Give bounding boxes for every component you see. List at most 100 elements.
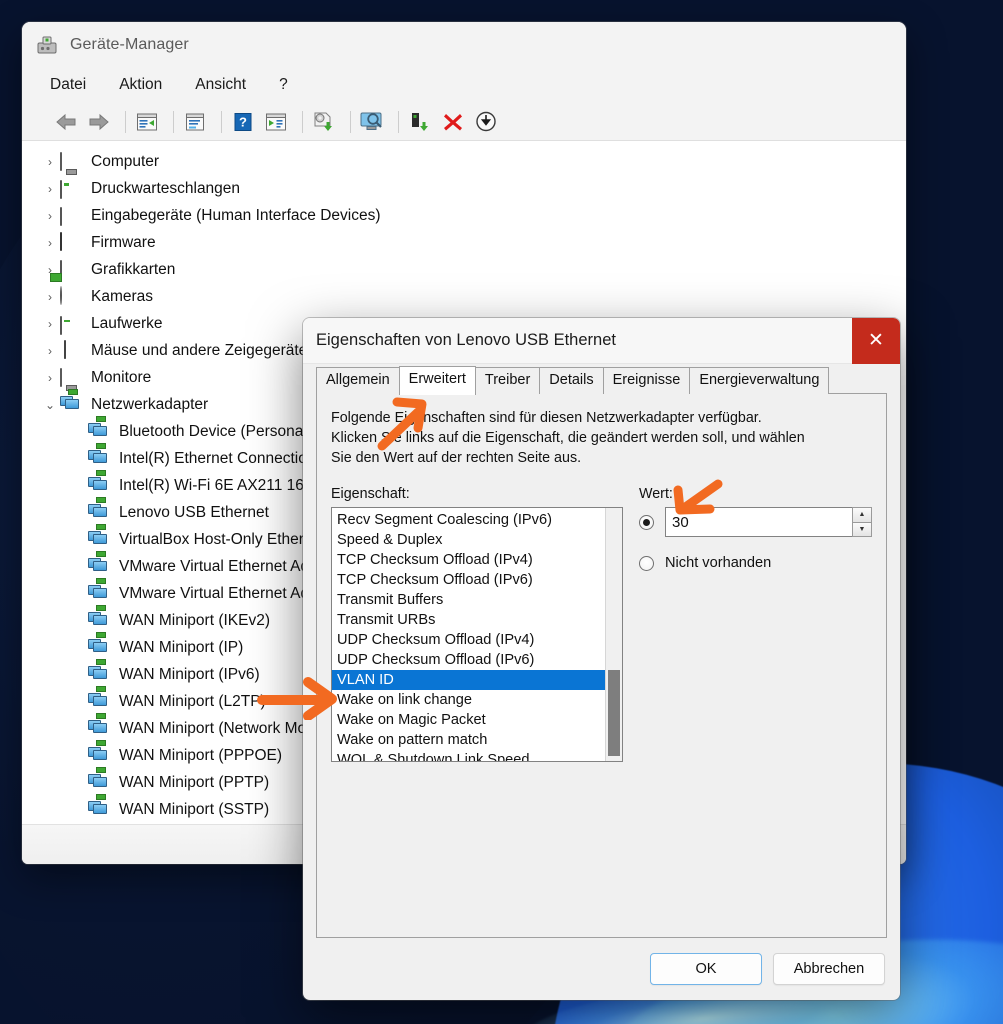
property-list-item[interactable]: Speed & Duplex [332, 530, 605, 550]
ok-button[interactable]: OK [650, 953, 762, 985]
value-radio-row[interactable]: 30 ▲ ▼ [639, 507, 872, 537]
property-list-item[interactable]: VLAN ID [332, 670, 605, 690]
forward-arrow-icon[interactable] [85, 109, 113, 135]
value-spinner[interactable]: 30 ▲ ▼ [665, 507, 872, 537]
tree-item-label: WAN Miniport (IP) [119, 638, 244, 656]
toolbar-separator [302, 110, 303, 133]
back-arrow-icon[interactable] [52, 109, 80, 135]
tab-ereignisse[interactable]: Ereignisse [602, 367, 691, 394]
tree-item[interactable]: › Computer [22, 148, 906, 175]
not-present-label: Nicht vorhanden [665, 555, 772, 571]
network-adapter-icon [88, 800, 110, 820]
tree-item[interactable]: › Grafikkarten [22, 256, 906, 283]
property-list-item[interactable]: TCP Checksum Offload (IPv6) [332, 570, 605, 590]
menu-aktion[interactable]: Aktion [117, 74, 164, 96]
properties-icon[interactable] [133, 109, 161, 135]
spinner-up-icon[interactable]: ▲ [852, 507, 872, 523]
value-column: Wert: 30 ▲ ▼ Nicht vorhanden [623, 486, 872, 762]
tab-details[interactable]: Details [539, 367, 604, 394]
cancel-button[interactable]: Abbrechen [773, 953, 885, 985]
network-adapter-icon [88, 476, 110, 496]
scrollbar-thumb[interactable] [608, 670, 620, 756]
tree-item-label: Druckwarteschlangen [91, 179, 241, 197]
property-list-item[interactable]: Recv Segment Coalescing (IPv6) [332, 510, 605, 530]
network-adapter-icon [88, 584, 110, 604]
gpu-icon [60, 259, 82, 280]
tree-item-label: Monitore [91, 368, 152, 386]
network-adapter-icon [88, 503, 110, 523]
scan-hardware-icon[interactable] [358, 109, 386, 135]
chevron-right-icon[interactable]: › [40, 209, 60, 223]
network-adapter-icon [88, 611, 110, 631]
radio-not-present[interactable] [639, 555, 654, 571]
tree-item-label: Computer [91, 152, 160, 170]
hid-icon [60, 206, 82, 226]
uninstall-device-icon[interactable] [439, 109, 467, 135]
disable-device-icon[interactable] [406, 109, 434, 135]
tree-item[interactable]: › Firmware [22, 229, 906, 256]
not-present-radio-row[interactable]: Nicht vorhanden [639, 555, 872, 571]
device-manager-icon [36, 34, 58, 56]
tab-energieverwaltung[interactable]: Energieverwaltung [689, 367, 830, 394]
chevron-right-icon[interactable]: › [40, 290, 60, 304]
property-list-item[interactable]: UDP Checksum Offload (IPv6) [332, 650, 605, 670]
property-listbox[interactable]: Recv Segment Coalescing (IPv6) Speed & Du… [331, 507, 623, 762]
dialog-tab-panel: Folgende Eigenschaften sind für diesen N… [316, 394, 887, 938]
chevron-right-icon[interactable]: › [40, 344, 60, 358]
spinner-down-icon[interactable]: ▼ [852, 522, 872, 537]
property-column: Eigenschaft: Recv Segment Coalescing (IP… [331, 486, 623, 762]
dialog-footer: OK Abbrechen [303, 938, 900, 1000]
run-icon[interactable] [262, 109, 290, 135]
value-label: Wert: [639, 486, 673, 502]
toolbar-separator [350, 110, 351, 133]
property-label: Eigenschaft: [331, 486, 410, 502]
tab-erweitert[interactable]: Erweitert [398, 366, 476, 395]
radio-value-selected[interactable] [639, 514, 654, 530]
tree-item-label: Grafikkarten [91, 260, 176, 278]
property-list-item[interactable]: Wake on pattern match [332, 730, 605, 750]
property-list-scrollbar[interactable] [605, 508, 622, 761]
install-legacy-icon[interactable] [472, 109, 500, 135]
tree-item-label: Eingabegeräte (Human Interface Devices) [91, 206, 381, 224]
value-input[interactable]: 30 [665, 507, 852, 537]
property-list-item[interactable]: Transmit URBs [332, 610, 605, 630]
toolbar-separator [221, 110, 222, 133]
close-icon[interactable]: ✕ [852, 318, 900, 364]
chevron-right-icon[interactable]: › [40, 155, 60, 169]
tree-item[interactable]: › Druckwarteschlangen [22, 175, 906, 202]
chevron-right-icon[interactable]: › [40, 317, 60, 331]
update-driver-icon[interactable] [310, 109, 338, 135]
chevron-right-icon[interactable]: › [40, 236, 60, 250]
chevron-right-icon[interactable]: › [40, 182, 60, 196]
property-list-item[interactable]: Wake on link change [332, 690, 605, 710]
chevron-down-icon[interactable]: ⌄ [40, 398, 60, 412]
chevron-right-icon[interactable]: › [40, 371, 60, 385]
property-list-item[interactable]: TCP Checksum Offload (IPv4) [332, 550, 605, 570]
tree-item[interactable]: › Eingabegeräte (Human Interface Devices) [22, 202, 906, 229]
property-list-item[interactable]: WOL & Shutdown Link Speed [332, 750, 605, 761]
menu-datei[interactable]: Datei [48, 74, 88, 96]
tree-item[interactable]: › Kameras [22, 283, 906, 310]
firmware-icon [60, 231, 82, 253]
svg-text:?: ? [239, 114, 247, 129]
help-icon[interactable]: ? [229, 109, 257, 135]
tab-allgemein[interactable]: Allgemein [316, 367, 400, 394]
dialog-title: Eigenschaften von Lenovo USB Ethernet [316, 331, 616, 349]
network-adapter-icon [88, 746, 110, 766]
property-list-scroll: Recv Segment Coalescing (IPv6) Speed & Du… [332, 508, 605, 761]
network-adapter-icon [88, 665, 110, 685]
menu-help[interactable]: ? [277, 74, 290, 96]
camera-icon [60, 285, 82, 307]
show-hidden-icon[interactable] [181, 109, 209, 135]
property-list-item[interactable]: Wake on Magic Packet [332, 710, 605, 730]
menu-bar: Datei Aktion Ansicht ? [22, 67, 906, 103]
tab-treiber[interactable]: Treiber [474, 367, 541, 394]
tree-item-label: WAN Miniport (IKEv2) [119, 611, 271, 629]
device-manager-titlebar: Geräte-Manager [22, 22, 906, 67]
menu-ansicht[interactable]: Ansicht [193, 74, 248, 96]
property-list-item[interactable]: Transmit Buffers [332, 590, 605, 610]
toolbar-separator [125, 110, 126, 133]
dialog-tabstrip[interactable]: Allgemein Erweitert Treiber Details Erei… [303, 364, 900, 395]
property-list-item[interactable]: UDP Checksum Offload (IPv4) [332, 630, 605, 650]
dialog-titlebar: Eigenschaften von Lenovo USB Ethernet ✕ [303, 318, 900, 364]
